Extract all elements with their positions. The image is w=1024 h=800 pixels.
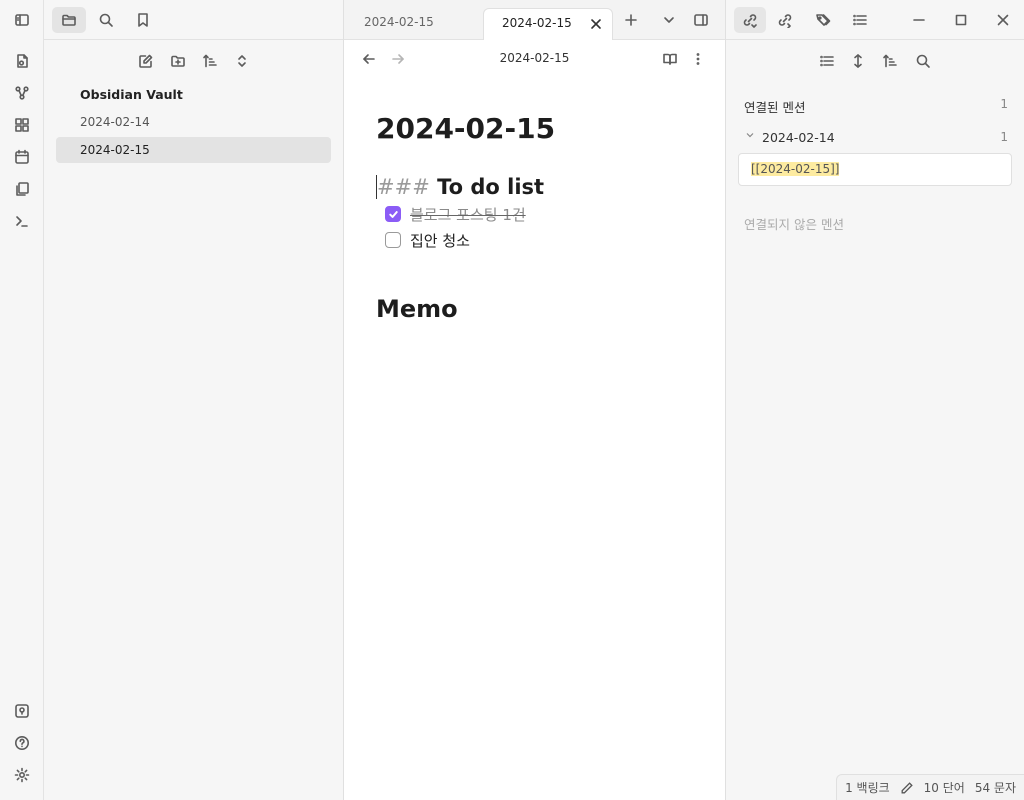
- backlink-match-result[interactable]: [[2024-02-15]]: [738, 153, 1012, 186]
- more-options-icon[interactable]: [685, 46, 711, 72]
- tab-label: 2024-02-15: [502, 16, 572, 30]
- files-folder-icon[interactable]: [52, 7, 86, 33]
- status-word-count: 10 단어: [923, 781, 965, 795]
- graph-view-icon[interactable]: [9, 80, 35, 106]
- tab-label: 2024-02-15: [364, 15, 434, 29]
- heading-markup: ###: [376, 175, 430, 199]
- tab-2024-02-15-inactive[interactable]: 2024-02-15: [346, 8, 480, 40]
- task-checkbox-checked[interactable]: [385, 206, 401, 222]
- sidebar-toggle-icon[interactable]: [9, 7, 35, 33]
- search-filter-icon[interactable]: [910, 48, 936, 74]
- file-item-active[interactable]: 2024-02-15: [56, 137, 331, 163]
- tab-list-chevron-down-icon[interactable]: [656, 7, 682, 33]
- backlinks-icon[interactable]: [734, 7, 766, 33]
- help-icon[interactable]: [9, 730, 35, 756]
- ribbon: [0, 0, 44, 800]
- file-item[interactable]: 2024-02-14: [56, 109, 331, 135]
- new-tab-plus-icon[interactable]: [618, 7, 644, 33]
- right-sidebar-toggle-icon[interactable]: [688, 7, 714, 33]
- backlink-file-name: 2024-02-14: [762, 130, 835, 145]
- close-window-icon[interactable]: [990, 7, 1016, 33]
- linked-mentions-count: 1: [1000, 97, 1008, 111]
- sort-order-icon[interactable]: [197, 48, 223, 74]
- maximize-window-icon[interactable]: [948, 7, 974, 33]
- vault-switcher-icon[interactable]: [9, 698, 35, 724]
- templates-icon[interactable]: [9, 176, 35, 202]
- bookmark-icon[interactable]: [130, 7, 156, 33]
- linked-mentions-header[interactable]: 연결된 멘션 1: [744, 97, 1008, 116]
- minimize-window-icon[interactable]: [906, 7, 932, 33]
- backlinks-panel: 연결된 멘션 1 2024-02-14 1 [[2024-02-15]] 연결되…: [725, 0, 1024, 800]
- note-title[interactable]: 2024-02-15: [376, 112, 705, 145]
- vault-name[interactable]: Obsidian Vault: [56, 82, 331, 107]
- todo-heading[interactable]: ### To do list: [376, 175, 705, 199]
- new-folder-icon[interactable]: [165, 48, 191, 74]
- task-text[interactable]: 집안 청소: [410, 230, 470, 251]
- task-checkbox[interactable]: [385, 232, 401, 248]
- backlink-file-count: 1: [1000, 130, 1008, 144]
- daily-note-icon[interactable]: [9, 144, 35, 170]
- collapse-all-icon[interactable]: [229, 48, 255, 74]
- note-content[interactable]: 2024-02-15 ### To do list 블로그 포스팅 1건 집안 …: [376, 100, 705, 323]
- tab-bar: 2024-02-15 2024-02-15: [344, 0, 725, 40]
- highlighted-link-text: [[2024-02-15]]: [751, 162, 840, 176]
- file-explorer-sidebar: Obsidian Vault 2024-02-14 2024-02-15: [44, 0, 344, 800]
- task-item: 집안 청소: [385, 227, 705, 253]
- status-bar: 1 백링크 10 단어 54 문자: [836, 774, 1024, 800]
- task-item: 블로그 포스팅 1건: [385, 201, 705, 227]
- linked-mentions-label: 연결된 멘션: [744, 100, 806, 115]
- reading-view-book-icon[interactable]: [657, 46, 683, 72]
- canvas-icon[interactable]: [9, 112, 35, 138]
- status-char-count: 54 문자: [974, 781, 1016, 795]
- quick-switcher-icon[interactable]: [9, 48, 35, 74]
- heading-text: To do list: [437, 175, 545, 199]
- outline-list-icon[interactable]: [847, 7, 873, 33]
- sidebar-header: [44, 0, 343, 40]
- close-icon[interactable]: [586, 14, 606, 34]
- command-palette-icon[interactable]: [9, 208, 35, 234]
- outgoing-links-icon[interactable]: [772, 7, 798, 33]
- sort-order-icon[interactable]: [877, 48, 903, 74]
- chevron-down-icon[interactable]: [744, 129, 756, 144]
- editor-pane: 2024-02-15 2024-02-15 2024-02-15 2024-02…: [344, 0, 725, 800]
- search-icon[interactable]: [93, 7, 119, 33]
- view-header: 2024-02-15: [344, 40, 725, 78]
- settings-gear-icon[interactable]: [9, 762, 35, 788]
- status-backlinks[interactable]: 1 백링크: [845, 779, 890, 796]
- show-more-context-icon[interactable]: [845, 48, 871, 74]
- file-tree: Obsidian Vault 2024-02-14 2024-02-15: [56, 82, 331, 163]
- collapse-results-icon[interactable]: [814, 48, 840, 74]
- tab-2024-02-15-active[interactable]: 2024-02-15: [483, 8, 613, 40]
- memo-heading[interactable]: Memo: [376, 295, 705, 323]
- tags-icon[interactable]: [810, 7, 836, 33]
- edit-pencil-icon[interactable]: [900, 781, 914, 795]
- unlinked-mentions-header[interactable]: 연결되지 않은 멘션: [744, 214, 844, 233]
- task-text[interactable]: 블로그 포스팅 1건: [410, 204, 526, 225]
- right-panel-header: [726, 0, 1024, 40]
- new-note-icon[interactable]: [133, 48, 159, 74]
